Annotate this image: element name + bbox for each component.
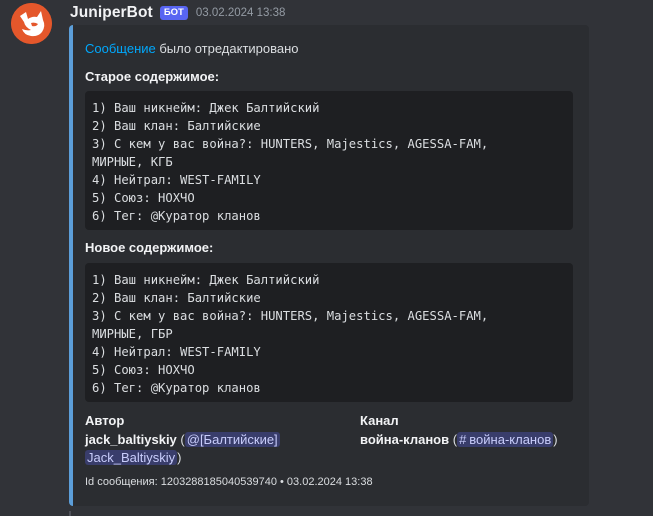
new-content-codeblock: 1) Ваш никнейм: Джек Балтийский 2) Ваш к… — [85, 263, 573, 402]
old-content-title: Старое содержимое: — [85, 69, 220, 84]
code-line: 3) С кем у вас война?: HUNTERS, Majestic… — [92, 309, 489, 323]
next-message-edge — [69, 511, 71, 516]
old-content-codeblock: 1) Ваш никнейм: Джек Балтийский 2) Ваш к… — [85, 91, 573, 230]
fox-logo-icon — [11, 3, 52, 44]
channel-name: война-кланов — [360, 432, 450, 447]
code-line: 1) Ваш никнейм: Джек Балтийский — [92, 273, 320, 287]
bot-avatar[interactable] — [11, 3, 52, 44]
message-timestamp[interactable]: 03.02.2024 13:38 — [196, 7, 286, 19]
code-line: 6) Тег: @Куратор кланов — [92, 209, 261, 223]
code-line: 5) Союз: НОХЧО — [92, 191, 195, 205]
code-line: 2) Ваш клан: Балтийские — [92, 119, 261, 133]
bot-tag: БОТ — [159, 6, 188, 20]
author-mention-continued[interactable]: Jack_Baltiyskiy — [85, 450, 178, 465]
code-line: МИРНЫЕ, КГБ — [92, 155, 173, 169]
channel-mention-label: война-кланов — [469, 432, 552, 447]
code-line: 4) Нейтрал: WEST-FAMILY — [92, 173, 261, 187]
channel-field-value: война-кланов (# война-кланов) — [360, 432, 558, 447]
author-name: jack_baltiyskiy — [85, 432, 177, 447]
username[interactable]: JuniperBot — [70, 4, 153, 22]
bot-message: JuniperBot БОТ 03.02.2024 13:38 Сообщени… — [0, 0, 653, 516]
embed: Сообщение было отредактировано Старое со… — [69, 25, 589, 506]
embed-footer: Id сообщения: 1203288185040539740 • 03.0… — [85, 476, 373, 488]
code-line: 4) Нейтрал: WEST-FAMILY — [92, 345, 261, 359]
message-header: JuniperBot БОТ 03.02.2024 13:38 — [70, 4, 285, 22]
description-text: было отредактировано — [155, 41, 299, 56]
code-line: 2) Ваш клан: Балтийские — [92, 291, 261, 305]
new-content-title: Новое содержимое: — [85, 240, 214, 255]
channel-mention[interactable]: # война-кланов — [457, 432, 554, 447]
code-line: 3) С кем у вас война?: HUNTERS, Majestic… — [92, 137, 489, 151]
code-line: 6) Тег: @Куратор кланов — [92, 381, 261, 395]
code-line: МИРНЫЕ, ГБР — [92, 327, 173, 341]
message-link[interactable]: Сообщение — [85, 41, 156, 56]
author-mention[interactable]: @[Балтийские] — [184, 432, 280, 447]
embed-description: Сообщение было отредактировано — [85, 41, 299, 56]
author-field-value: jack_baltiyskiy (@[Балтийские] Jack_Balti… — [85, 432, 280, 465]
code-line: 5) Союз: НОХЧО — [92, 363, 195, 377]
channel-hash-icon: # — [459, 432, 467, 447]
author-field-title: Автор — [85, 413, 125, 428]
code-line: 1) Ваш никнейм: Джек Балтийский — [92, 101, 320, 115]
channel-field-title: Канал — [360, 413, 399, 428]
